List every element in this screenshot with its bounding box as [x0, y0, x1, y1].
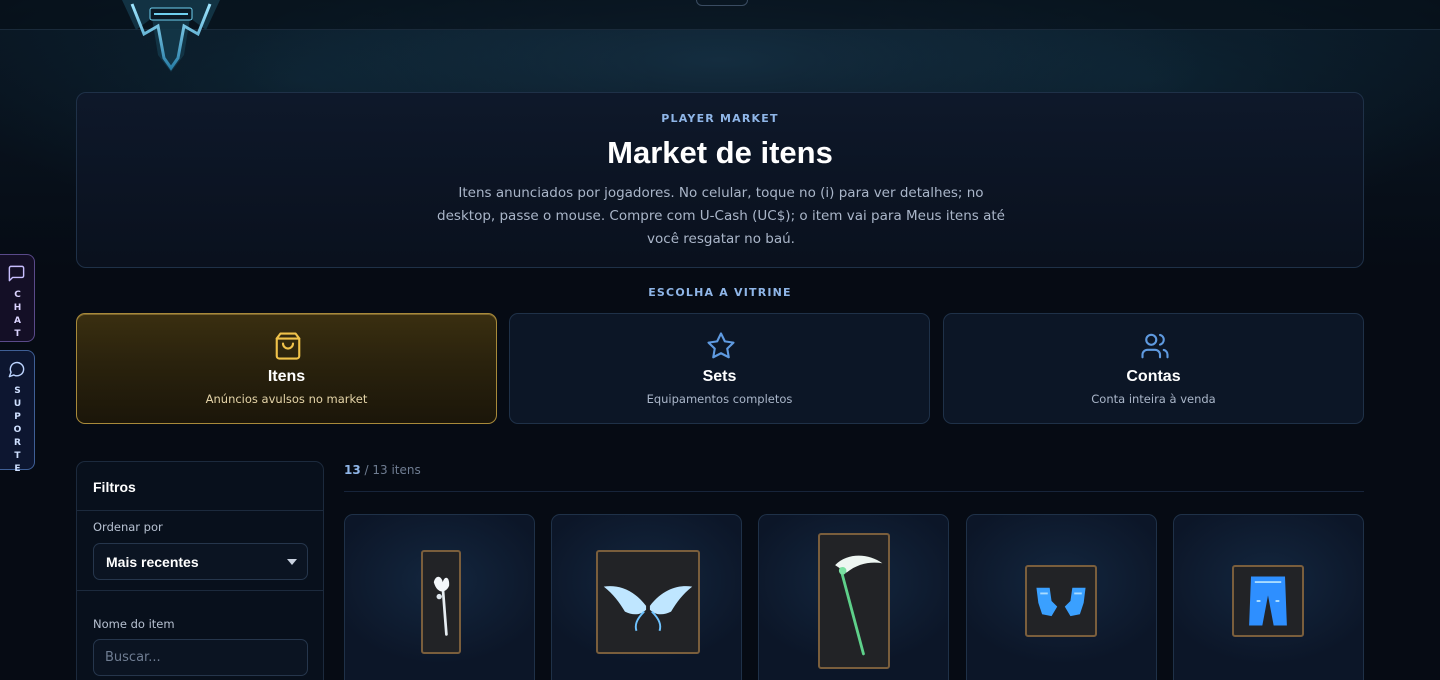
- page-title: Market de itens: [607, 135, 833, 170]
- market-item-card[interactable]: [344, 514, 535, 680]
- sort-select[interactable]: Mais recentes: [93, 543, 308, 580]
- vitrine-option-contas[interactable]: Contas Conta inteira à venda: [943, 313, 1364, 424]
- message-circle-icon: [7, 360, 26, 379]
- item-thumbnail: [818, 533, 890, 669]
- item-thumbnail: [421, 550, 461, 654]
- market-item-card[interactable]: [551, 514, 742, 680]
- vitrine-option-title: Sets: [702, 368, 737, 385]
- hero-kicker: PLAYER MARKET: [661, 112, 779, 125]
- sort-label: Ordenar por: [93, 520, 163, 534]
- pants-item-icon: [1249, 576, 1287, 626]
- market-item-card[interactable]: [966, 514, 1157, 680]
- hero-description: Itens anunciados por jogadores. No celul…: [437, 185, 1005, 247]
- market-item-card[interactable]: [758, 514, 949, 680]
- hero-panel: PLAYER MARKET Market de itens Itens anun…: [76, 92, 1364, 268]
- results-shown: 13: [344, 463, 361, 477]
- nav-menu-button[interactable]: [696, 0, 748, 6]
- item-name-label: Nome do item: [93, 617, 175, 631]
- vitrine-option-title: Contas: [1126, 368, 1181, 385]
- vitrine-option-sets[interactable]: Sets Equipamentos completos: [509, 313, 930, 424]
- chat-side-tab[interactable]: CHAT: [0, 254, 35, 342]
- scythe-item-icon: [835, 555, 883, 656]
- vitrine-option-subtitle: Equipamentos completos: [646, 392, 793, 406]
- divider: [77, 590, 323, 591]
- chat-tab-label: CHAT: [13, 290, 22, 339]
- shopping-bag-icon: [273, 331, 303, 361]
- vitrine-option-itens[interactable]: Itens Anúncios avulsos no market: [76, 313, 497, 424]
- vitrine-option-title: Itens: [267, 368, 306, 385]
- users-icon: [1140, 331, 1170, 361]
- support-tab-label: SUPORTE: [13, 386, 22, 474]
- chevron-down-icon: [287, 559, 297, 565]
- item-thumbnail: [1232, 565, 1304, 637]
- server-logo[interactable]: [112, 0, 230, 75]
- item-thumbnail: [1025, 565, 1097, 637]
- wings-item-icon: [603, 586, 693, 632]
- vitrine-option-subtitle: Anúncios avulsos no market: [205, 392, 368, 406]
- results-total: / 13 itens: [364, 463, 421, 477]
- message-square-icon: [7, 264, 26, 283]
- support-side-tab[interactable]: SUPORTE: [0, 350, 35, 474]
- filters-panel: Filtros Ordenar por Mais recentes Nome d…: [76, 461, 324, 680]
- divider: [344, 491, 1364, 492]
- divider: [77, 510, 323, 511]
- sort-select-value: Mais recentes: [106, 554, 199, 570]
- results-count: 13 / 13 itens: [344, 463, 421, 477]
- market-item-card[interactable]: [1173, 514, 1364, 680]
- vitrine-kicker: ESCOLHA A VITRINE: [648, 286, 792, 299]
- item-search-input[interactable]: [93, 639, 308, 676]
- gloves-item-icon: [1036, 587, 1086, 617]
- star-icon: [706, 331, 736, 361]
- item-thumbnail: [596, 550, 700, 654]
- axe-item-icon: [433, 576, 450, 636]
- filters-title: Filtros: [93, 479, 136, 495]
- vitrine-option-subtitle: Conta inteira à venda: [1091, 392, 1216, 406]
